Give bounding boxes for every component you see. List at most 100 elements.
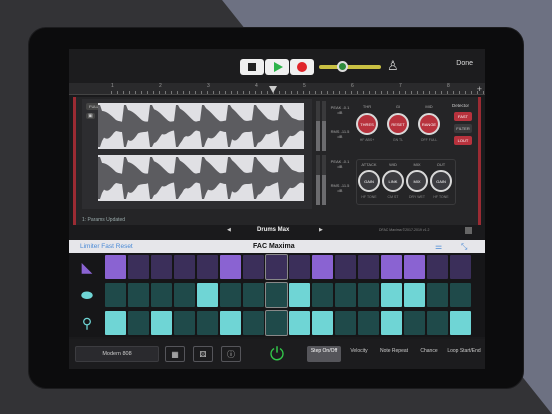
- ruler-tick: [267, 91, 268, 94]
- step-cell-off[interactable]: [335, 255, 356, 279]
- metronome-icon[interactable]: ♙: [387, 58, 399, 73]
- step-cell-off[interactable]: [197, 311, 218, 335]
- ruler-tick: [363, 91, 364, 94]
- step-cell-off[interactable]: [243, 283, 264, 307]
- play-button[interactable]: [265, 59, 289, 75]
- step-cell-on[interactable]: [450, 311, 471, 335]
- record-button[interactable]: [290, 59, 314, 75]
- step-cell-off[interactable]: [174, 311, 195, 335]
- step-cell-off[interactable]: [450, 255, 471, 279]
- attack-gain-knob[interactable]: GAIN: [358, 170, 380, 192]
- preset-name[interactable]: Drums Max: [257, 227, 289, 233]
- reset-knob[interactable]: RESET: [387, 113, 409, 135]
- step-cell-on[interactable]: [289, 283, 310, 307]
- prev-preset-button[interactable]: ◀: [227, 227, 231, 233]
- info-icon[interactable]: ⓘ: [221, 346, 241, 362]
- ruler-tick: [183, 91, 184, 94]
- ruler-tick: [429, 91, 430, 94]
- link-knob[interactable]: LINK: [382, 170, 404, 192]
- step-cell-on[interactable]: [289, 311, 310, 335]
- cowbell-icon[interactable]: ◣: [73, 255, 101, 279]
- volume-slider-knob[interactable]: [337, 61, 348, 72]
- step-cell-off[interactable]: [265, 254, 288, 280]
- volume-slider[interactable]: [319, 65, 381, 69]
- mode-button[interactable]: Step On/Off: [307, 346, 341, 362]
- power-icon[interactable]: ⏻: [266, 343, 288, 365]
- detector-filter-button[interactable]: FILTER: [454, 124, 472, 133]
- step-cell-on[interactable]: [312, 255, 333, 279]
- mode-button[interactable]: Chance: [412, 346, 446, 362]
- kit-selector[interactable]: Modern 808: [75, 346, 159, 362]
- pattern-icon[interactable]: ▦: [165, 346, 185, 362]
- step-cell-off[interactable]: [335, 283, 356, 307]
- step-cell-off[interactable]: [312, 283, 333, 307]
- detector-lout-button[interactable]: LOUT: [454, 136, 472, 145]
- step-cell-off[interactable]: [335, 311, 356, 335]
- knob-sublabel: GN TL: [392, 138, 404, 142]
- limiter-reset-link[interactable]: Limiter Fast Reset: [80, 243, 133, 250]
- waveform-shape: [98, 105, 304, 147]
- dice-icon[interactable]: ⚄: [193, 346, 213, 362]
- step-cell-off[interactable]: [265, 282, 288, 308]
- step-cell-on[interactable]: [105, 255, 126, 279]
- timeline-ruler[interactable]: 1 2 3 4 5 6 7 8: [69, 83, 485, 95]
- step-cell-off[interactable]: [427, 311, 448, 335]
- mode-button[interactable]: Velocity: [342, 346, 376, 362]
- detector-fast-button[interactable]: FAST: [454, 112, 472, 121]
- step-cell-on[interactable]: [312, 311, 333, 335]
- shaker-icon[interactable]: ⚲: [73, 311, 101, 335]
- step-cell-on[interactable]: [381, 255, 402, 279]
- step-cell-off[interactable]: [243, 255, 264, 279]
- step-cell-off[interactable]: [404, 311, 425, 335]
- step-cell-off[interactable]: [427, 255, 448, 279]
- step-cell-off[interactable]: [220, 283, 241, 307]
- add-section-icon[interactable]: +: [477, 84, 482, 94]
- step-cell-off[interactable]: [174, 255, 195, 279]
- step-cell-off[interactable]: [358, 283, 379, 307]
- meter-bar: [322, 101, 326, 151]
- step-cell-off[interactable]: [174, 283, 195, 307]
- step-cell-on[interactable]: [220, 311, 241, 335]
- step-cell-off[interactable]: [450, 283, 471, 307]
- step-cell-on[interactable]: [381, 311, 402, 335]
- threshold-knob[interactable]: THRES: [356, 113, 378, 135]
- save-icon[interactable]: ▣: [86, 113, 95, 119]
- step-cell-off[interactable]: [128, 255, 149, 279]
- next-preset-button[interactable]: ▶: [319, 227, 323, 233]
- sliders-icon[interactable]: ⚌: [435, 242, 442, 251]
- step-cell-off[interactable]: [243, 311, 264, 335]
- step-cell-off[interactable]: [128, 283, 149, 307]
- step-cell-on[interactable]: [404, 283, 425, 307]
- expand-icon[interactable]: ⤡: [461, 242, 467, 252]
- step-cell-on[interactable]: [381, 283, 402, 307]
- step-cell-off[interactable]: [358, 311, 379, 335]
- mode-button[interactable]: Note Repeat: [377, 346, 411, 362]
- done-button[interactable]: Done: [456, 60, 473, 67]
- step-cell-on[interactable]: [105, 311, 126, 335]
- step-cell-on[interactable]: [197, 283, 218, 307]
- step-cell-off[interactable]: [105, 283, 126, 307]
- step-cell-off[interactable]: [197, 255, 218, 279]
- knob-sublabel: HF ABS+: [359, 138, 375, 142]
- step-cell-off[interactable]: [427, 283, 448, 307]
- step-cell-off[interactable]: [151, 255, 172, 279]
- ruler-tick: [135, 91, 136, 94]
- step-cell-off[interactable]: [265, 310, 288, 336]
- step-cell-on[interactable]: [404, 255, 425, 279]
- step-cell-on[interactable]: [151, 311, 172, 335]
- step-cell-off[interactable]: [151, 283, 172, 307]
- stop-button[interactable]: [240, 59, 264, 75]
- mix-knob[interactable]: MIX: [406, 170, 428, 192]
- step-cell-on[interactable]: [220, 255, 241, 279]
- ruler-tick: [261, 91, 262, 94]
- step-cell-off[interactable]: [128, 311, 149, 335]
- mode-button[interactable]: Loop Start/End: [447, 346, 481, 362]
- playhead-handle[interactable]: [269, 86, 277, 93]
- knob-sublabel: OFF FULL: [420, 138, 438, 142]
- plugin-settings-button[interactable]: [465, 227, 472, 234]
- step-cell-off[interactable]: [289, 255, 310, 279]
- cymbal-icon[interactable]: ⬬: [73, 283, 101, 307]
- step-cell-off[interactable]: [358, 255, 379, 279]
- range-knob[interactable]: RANGE: [418, 113, 440, 135]
- output-gain-knob[interactable]: GAIN: [430, 170, 452, 192]
